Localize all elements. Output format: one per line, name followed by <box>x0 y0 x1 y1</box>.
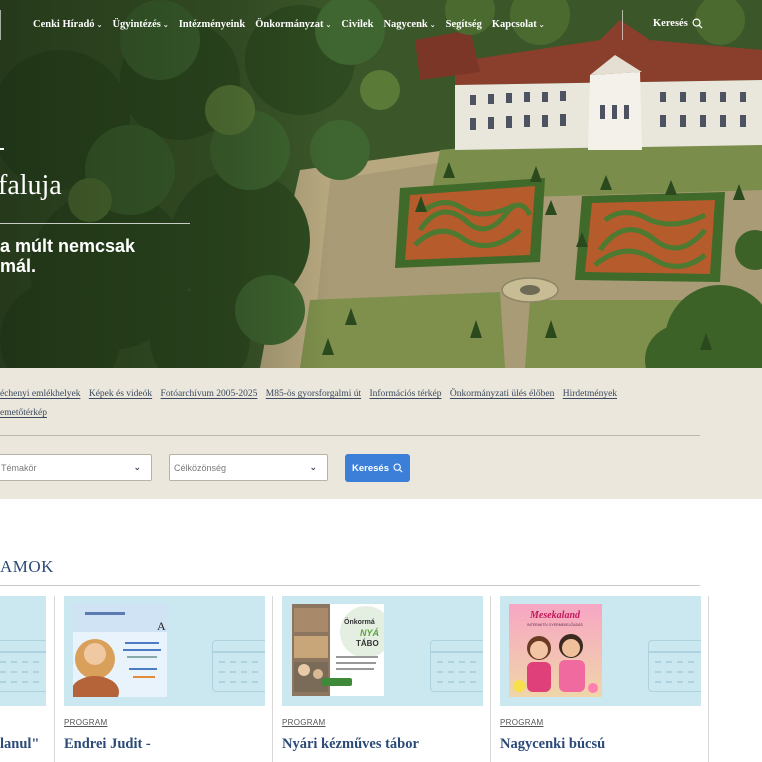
quick-links: échenyi emlékhelyek Képek és videók Fotó… <box>0 385 720 423</box>
calendar-icon <box>212 640 265 692</box>
program-card-category: PROGRAM <box>282 718 326 727</box>
quick-link[interactable]: Hirdetmények <box>563 389 617 399</box>
calendar-icon <box>648 640 701 692</box>
band-divider <box>0 435 700 436</box>
column-divider <box>708 596 709 762</box>
program-card-image: Önkormá NYÁ TÁBO <box>282 596 483 706</box>
nav-item[interactable]: Nagycenk ⌄ <box>383 19 435 30</box>
calendar-icon <box>0 640 46 692</box>
quick-link[interactable]: Képek és videók <box>89 389 152 399</box>
topic-select-placeholder: Témakör <box>1 462 37 473</box>
filter-search-button[interactable]: Keresés <box>345 454 410 482</box>
nav-item-label: Intézményeink <box>178 19 246 30</box>
program-poster: Mesekaland INTERAKTÍV GYERMEKELŐADÁS <box>509 604 602 697</box>
nav-item-label: Ügyintézés <box>112 19 161 30</box>
program-card-image <box>0 596 46 706</box>
hero-banner: Cenki Híradó ⌄ Ügyintézés ⌄ Intézményeink Önk… <box>0 0 762 368</box>
nav-item[interactable]: Intézményeink <box>179 19 246 30</box>
quick-link[interactable]: Fotóarchívum 2005-2025 <box>161 389 258 399</box>
nav-item[interactable]: Ügyintézés ⌄ <box>112 19 168 30</box>
quick-link[interactable]: emetőtérkép <box>0 408 47 418</box>
poster-heading-1: Önkormá <box>344 617 375 626</box>
nav-item[interactable]: Önkormányzat ⌄ <box>255 19 331 30</box>
poster-title: Mesekaland <box>529 610 581 621</box>
program-card-title[interactable]: lanul" <box>0 736 40 753</box>
topic-select[interactable]: Témakör ⌄ <box>0 454 152 481</box>
column-divider <box>272 596 273 762</box>
audience-select-placeholder: Célközönség <box>174 462 227 473</box>
quick-link[interactable]: échenyi emlékhelyek <box>0 389 80 399</box>
hero-divider <box>0 223 190 224</box>
hero-dash <box>0 148 4 150</box>
chevron-down-icon: ⌄ <box>96 20 103 29</box>
poster-heading-3: TÁBO <box>356 639 379 648</box>
quick-link[interactable]: Információs térkép <box>369 389 441 399</box>
column-divider <box>490 596 491 762</box>
nav-item[interactable]: Kapcsolat ⌄ <box>492 19 545 30</box>
nav-divider <box>0 10 1 40</box>
search-icon <box>692 18 703 29</box>
svg-text:A: A <box>157 619 166 633</box>
main-menu: Cenki Híradó ⌄ Ügyintézés ⌄ Intézményeink Önk… <box>33 19 555 30</box>
program-card-title[interactable]: Nyári kézműves tábor <box>282 736 419 753</box>
nav-item-label: Nagycenk <box>383 19 428 30</box>
nav-item-label: Civilek <box>341 19 374 30</box>
program-card-category: PROGRAM <box>500 718 544 727</box>
filter-search-label: Keresés <box>352 462 389 474</box>
quick-link[interactable]: Önkormányzati ülés élőben <box>450 389 554 399</box>
nav-item-label: Önkormányzat <box>255 19 324 30</box>
nav-item[interactable]: Cenki Híradó ⌄ <box>33 19 102 30</box>
calendar-icon <box>430 640 483 692</box>
poster-heading-2: NYÁ <box>360 628 379 638</box>
program-card-title[interactable]: Endrei Judit - <box>64 736 151 753</box>
chevron-down-icon: ⌄ <box>309 462 317 472</box>
top-navigation: Cenki Híradó ⌄ Ügyintézés ⌄ Intézményeink Önk… <box>0 0 762 50</box>
poster-subtitle: INTERAKTÍV GYERMEKELŐADÁS <box>527 622 583 627</box>
chevron-down-icon: ⌄ <box>162 20 169 29</box>
program-card-image: Mesekaland INTERAKTÍV GYERMEKELŐADÁS <box>500 596 701 706</box>
program-card-category: PROGRAM <box>64 718 108 727</box>
program-poster: Önkormá NYÁ TÁBO <box>292 604 384 696</box>
header-search-button[interactable]: Keresés <box>653 18 703 29</box>
header-search-label: Keresés <box>653 18 688 29</box>
nav-divider <box>622 10 623 40</box>
nav-item[interactable]: Civilek <box>341 19 373 30</box>
page: Cenki Híradó ⌄ Ügyintézés ⌄ Intézményeink Önk… <box>0 0 762 762</box>
chevron-down-icon: ⌄ <box>429 20 436 29</box>
chevron-down-icon: ⌄ <box>538 20 545 29</box>
program-card-title[interactable]: Nagycenki búcsú <box>500 736 605 753</box>
hero-title: faluja <box>0 170 62 201</box>
nav-item-label: Cenki Híradó <box>33 19 95 30</box>
program-poster: A <box>73 604 167 697</box>
chevron-down-icon: ⌄ <box>133 462 141 472</box>
program-card-image: A <box>64 596 265 706</box>
chevron-down-icon: ⌄ <box>325 20 332 29</box>
nav-item-label: Segítség <box>445 19 482 30</box>
hero-tagline: a múlt nemcsak mál. <box>0 236 135 276</box>
column-divider <box>54 596 55 762</box>
search-icon <box>393 463 403 473</box>
hero-tagline-line2: mál. <box>0 256 37 276</box>
hero-tagline-line1: a múlt nemcsak <box>0 236 136 256</box>
section-divider <box>0 585 700 586</box>
nav-item-label: Kapcsolat <box>491 19 537 30</box>
quick-link[interactable]: M85-ös gyorsforgalmi út <box>266 389 361 399</box>
audience-select[interactable]: Célközönség ⌄ <box>169 454 328 481</box>
nav-item[interactable]: Segítség <box>446 19 482 30</box>
programs-section-title: AMOK <box>0 557 54 576</box>
